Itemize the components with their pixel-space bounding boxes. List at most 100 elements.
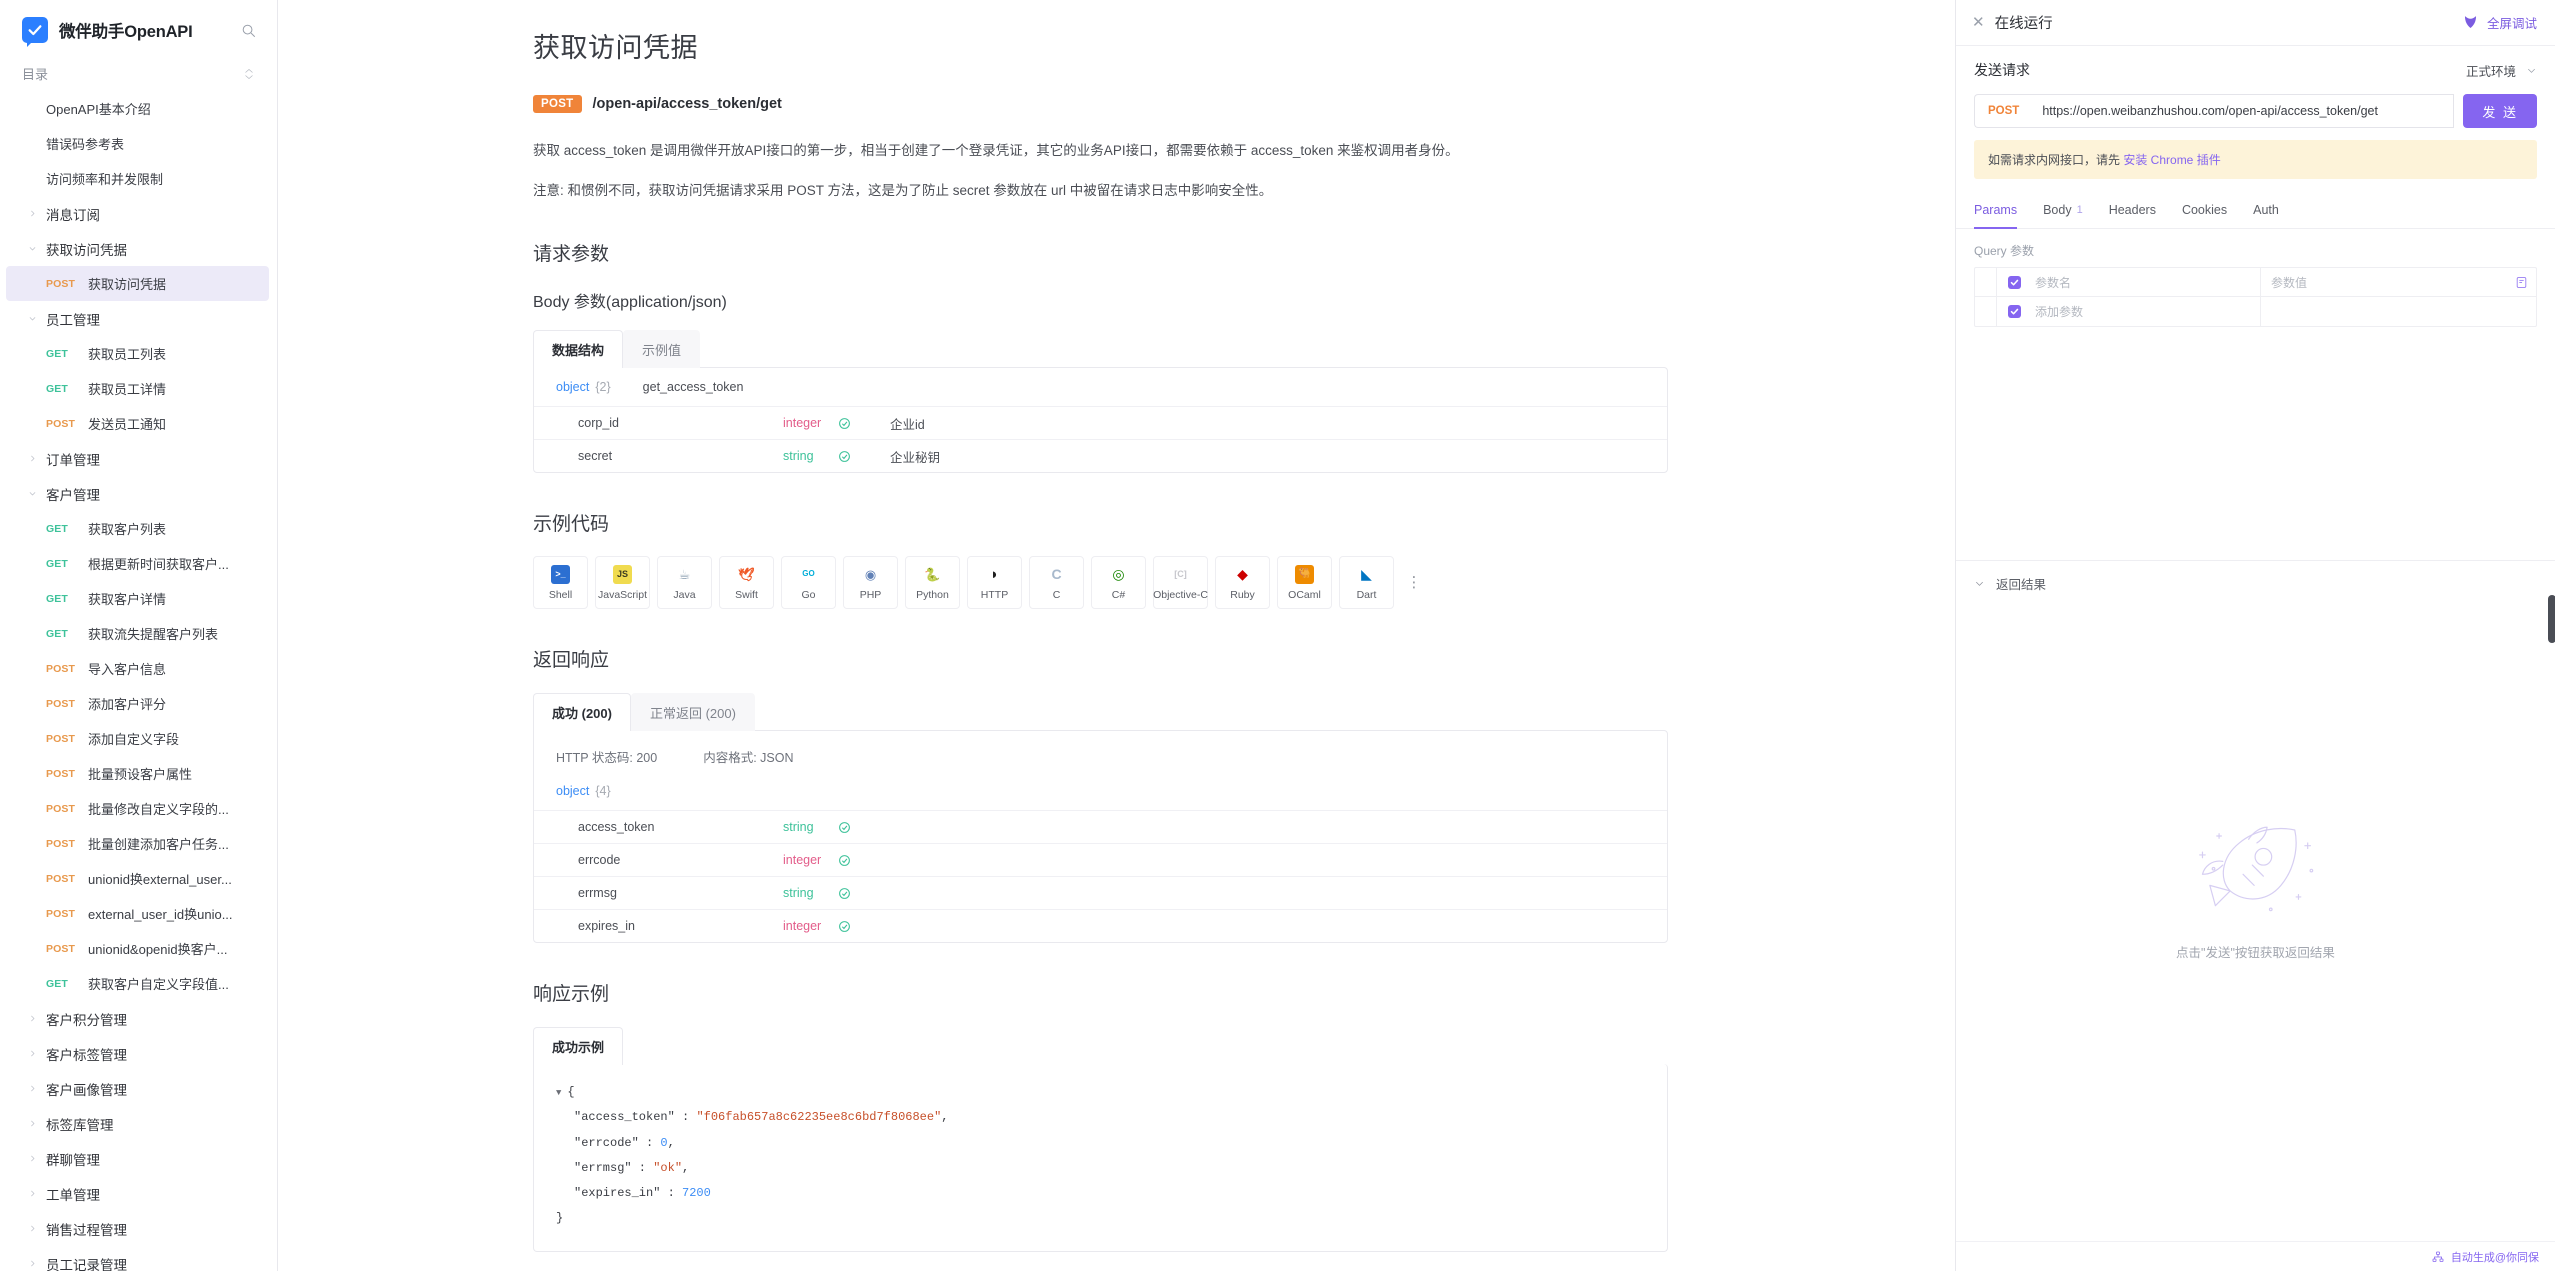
sidebar-api-13[interactable]: GET 根据更新时间获取客户... [6, 546, 269, 581]
sidebar-group-26[interactable]: 客户积分管理 [6, 1001, 269, 1036]
sidebar-group-32[interactable]: 销售过程管理 [6, 1211, 269, 1246]
language-option-ocaml[interactable]: 🐫 OCaml [1277, 556, 1332, 610]
sidebar-api-19[interactable]: POST 批量预设客户属性 [6, 756, 269, 791]
close-icon[interactable]: ✕ [1972, 15, 1985, 30]
select-all-checkbox[interactable] [2007, 275, 2021, 289]
tab-response-1[interactable]: 正常返回 (200) [630, 693, 755, 732]
sidebar-group-11[interactable]: 客户管理 [6, 476, 269, 511]
language-option-ruby[interactable]: ◆ Ruby [1215, 556, 1270, 610]
sidebar-group-3[interactable]: 消息订阅 [6, 196, 269, 231]
tab-request-param-1[interactable]: 示例值 [623, 330, 701, 369]
sidebar-api-22[interactable]: POST unionid换external_user... [6, 861, 269, 896]
language-option-c[interactable]: CC [1029, 556, 1084, 610]
add-param-name-input[interactable]: 添加参数 [2031, 297, 2261, 326]
chevron-right-icon[interactable] [24, 1224, 40, 1233]
sidebar-api-12[interactable]: GET 获取客户列表 [6, 511, 269, 546]
chevron-right-icon[interactable] [24, 1014, 40, 1023]
chevron-right-icon[interactable] [24, 1259, 40, 1268]
debug-tab-cookies[interactable]: Cookies [2182, 193, 2227, 229]
sidebar-group-29[interactable]: 标签库管理 [6, 1106, 269, 1141]
sidebar-api-7[interactable]: GET 获取员工列表 [6, 336, 269, 371]
page-scrollbar[interactable] [2548, 595, 2555, 643]
environment-selector[interactable]: 正式环境 [2466, 61, 2537, 80]
sidebar-api-20[interactable]: POST 批量修改自定义字段的... [6, 791, 269, 826]
sidebar-api-24[interactable]: POST unionid&openid换客户... [6, 931, 269, 966]
bulk-edit-icon[interactable] [2506, 276, 2536, 289]
debug-tab-headers[interactable]: Headers [2109, 193, 2156, 229]
sidebar-api-23[interactable]: POST external_user_id换unio... [6, 896, 269, 931]
language-option-python[interactable]: 🐍 Python [905, 556, 960, 610]
tab-request-param-0[interactable]: 数据结构 [533, 330, 624, 369]
sidebar-group-33[interactable]: 员工记录管理 [6, 1246, 269, 1271]
language-option-java[interactable]: ☕ Java [657, 556, 712, 610]
sidebar-api-5[interactable]: POST 获取访问凭据 [6, 266, 269, 301]
language-option-go[interactable]: GO Go [781, 556, 836, 610]
http-method-label: POST [46, 697, 75, 710]
language-option-php[interactable]: ◉ PHP [843, 556, 898, 610]
sidebar-item-1[interactable]: 错误码参考表 [6, 126, 269, 161]
json-comma: , [667, 1135, 675, 1150]
sidebar-group-10[interactable]: 订单管理 [6, 441, 269, 476]
chevron-right-icon[interactable] [24, 454, 40, 463]
add-param-value-input[interactable] [2261, 297, 2506, 326]
url-method-badge[interactable]: POST [1974, 94, 2033, 128]
sidebar-group-31[interactable]: 工单管理 [6, 1176, 269, 1211]
language-option-c-[interactable]: ◎ C# [1091, 556, 1146, 610]
doc-scroll-area[interactable]: 获取访问凭据 POST /open-api/access_token/get 获… [278, 0, 1955, 1271]
chevron-right-icon[interactable] [24, 209, 40, 218]
tab-response-example-0[interactable]: 成功示例 [533, 1027, 624, 1066]
sidebar-group-6[interactable]: 员工管理 [6, 301, 269, 336]
sidebar-api-18[interactable]: POST 添加自定义字段 [6, 721, 269, 756]
language-option-dart[interactable]: ◣ Dart [1339, 556, 1394, 610]
chevron-down-icon[interactable] [24, 489, 40, 498]
url-input[interactable] [2032, 94, 2455, 128]
chevron-down-icon[interactable] [24, 314, 40, 323]
send-button[interactable]: 发 送 [2463, 94, 2537, 128]
code-line-close: } [556, 1211, 564, 1226]
sidebar-api-14[interactable]: GET 获取客户详情 [6, 581, 269, 616]
sidebar-item-2[interactable]: 访问频率和并发限制 [6, 161, 269, 196]
debug-tab-body[interactable]: Body 1 [2043, 193, 2083, 229]
language-selector: >_ Shell JS JavaScript ☕ Java 🕊 Swift GO Go ◉ PHP 🐍 P… [533, 556, 1668, 610]
response-example-code[interactable]: ▼{ "access_token" : "f06fab657a8c62235ee… [533, 1064, 1668, 1253]
debug-tab-params[interactable]: Params [1974, 193, 2018, 229]
language-option-objective-c[interactable]: [C] Objective-C [1153, 556, 1208, 610]
sidebar-group-27[interactable]: 客户标签管理 [6, 1036, 269, 1071]
more-vertical-icon[interactable]: ⋮ [1401, 563, 1427, 603]
url-row: POST 发 送 [1974, 94, 2537, 128]
sidebar-api-21[interactable]: POST 批量创建添加客户任务... [6, 826, 269, 861]
collapse-all-icon[interactable] [243, 68, 255, 80]
row-checkbox[interactable] [2007, 305, 2021, 318]
result-section-header[interactable]: 返回结果 [1956, 560, 2555, 606]
body-params-heading: Body 参数(application/json) [533, 294, 727, 312]
chevron-right-icon[interactable] [24, 1049, 40, 1058]
chevron-right-icon[interactable] [24, 1119, 40, 1128]
chevron-down-icon[interactable] [24, 244, 40, 253]
sidebar-api-9[interactable]: POST 发送员工通知 [6, 406, 269, 441]
language-option-shell[interactable]: >_ Shell [533, 556, 588, 610]
table-row[interactable]: 添加参数 [1975, 297, 2536, 326]
language-option-swift[interactable]: 🕊 Swift [719, 556, 774, 610]
sidebar-api-16[interactable]: POST 导入客户信息 [6, 651, 269, 686]
chevron-right-icon[interactable] [24, 1084, 40, 1093]
sidebar-api-25[interactable]: GET 获取客户自定义字段值... [6, 966, 269, 1001]
sidebar-group-label: 客户管理 [46, 487, 100, 503]
debug-tab-auth[interactable]: Auth [2253, 193, 2279, 229]
chevron-right-icon[interactable] [24, 1189, 40, 1198]
sidebar-item-0[interactable]: OpenAPI基本介绍 [6, 91, 269, 126]
sidebar-group-4[interactable]: 获取访问凭据 [6, 231, 269, 266]
brand-header: 微伴助手OpenAPI [0, 0, 277, 58]
fullscreen-debug-button[interactable]: 全屏调试 [2461, 13, 2537, 32]
code-fold-caret-icon[interactable]: ▼ [556, 1088, 561, 1098]
sidebar-api-15[interactable]: GET 获取流失提醒客户列表 [6, 616, 269, 651]
chevron-right-icon[interactable] [24, 1154, 40, 1163]
install-chrome-plugin-link[interactable]: 安装 Chrome 插件 [2123, 153, 2220, 167]
sidebar-api-8[interactable]: GET 获取员工详情 [6, 371, 269, 406]
language-option-javascript[interactable]: JS JavaScript [595, 556, 650, 610]
tab-response-0[interactable]: 成功 (200) [533, 693, 631, 732]
sidebar-group-30[interactable]: 群聊管理 [6, 1141, 269, 1176]
search-icon[interactable] [237, 19, 259, 41]
sidebar-group-28[interactable]: 客户画像管理 [6, 1071, 269, 1106]
language-option-http[interactable]: ◗ HTTP [967, 556, 1022, 610]
sidebar-api-17[interactable]: POST 添加客户评分 [6, 686, 269, 721]
